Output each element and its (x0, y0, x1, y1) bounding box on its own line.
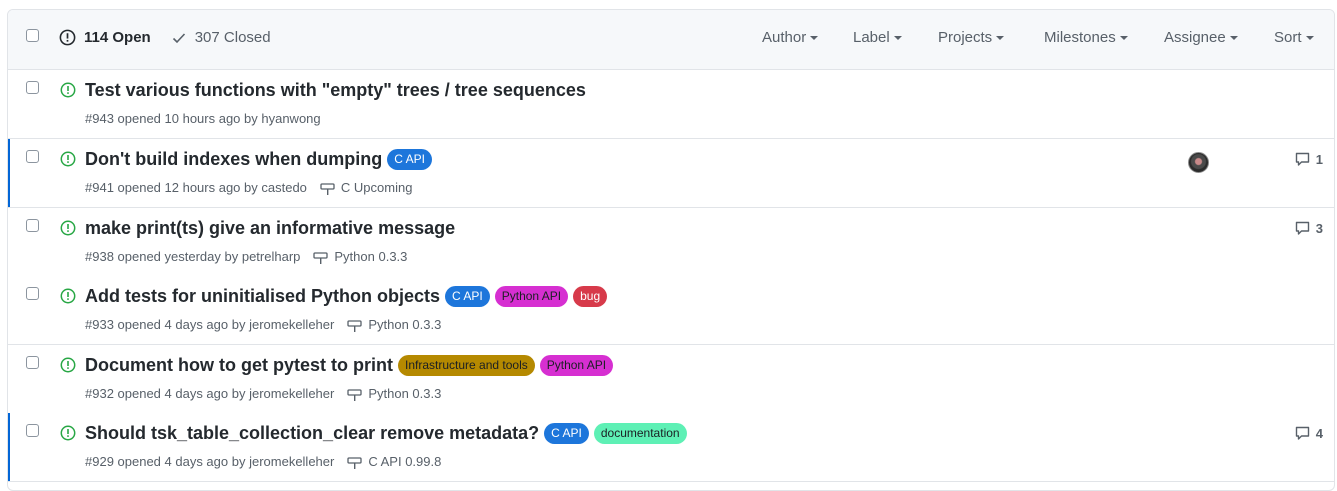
comments-link[interactable]: 1 (1294, 151, 1323, 167)
issues-list: 114 Open 307 Closed Author Label Project… (7, 9, 1335, 491)
label-c-api[interactable]: C API (544, 423, 589, 444)
label-filter-label: Label (853, 29, 890, 46)
chevron-down-icon (996, 35, 1005, 40)
select-all-checkbox[interactable] (26, 29, 39, 42)
issue-open-icon (60, 82, 76, 98)
issue-title-link[interactable]: Test various functions with "empty" tree… (85, 80, 586, 101)
issue-title-link[interactable]: Should tsk_table_collection_clear remove… (85, 423, 539, 444)
label-python-api[interactable]: Python API (539, 355, 614, 376)
issue-meta: #943 opened 10 hours ago by hyanwong (85, 111, 321, 126)
author-filter-label: Author (762, 29, 807, 46)
closed-issues-link[interactable]: 307 Closed (171, 29, 271, 46)
sort-filter[interactable]: Sort (1274, 29, 1314, 46)
milestones-filter[interactable]: Milestones (1044, 29, 1128, 46)
comment-count: 1 (1315, 151, 1323, 167)
label-c-api[interactable]: C API (387, 149, 432, 170)
issue-meta: #933 opened 4 days ago by jeromekelleher (85, 317, 335, 332)
milestone-label: Python 0.3.3 (368, 317, 442, 332)
issue-states: 114 Open 307 Closed (59, 29, 271, 46)
milestone-label: Python 0.3.3 (334, 249, 408, 264)
closed-count: 307 Closed (194, 29, 271, 46)
comment-count: 3 (1315, 220, 1323, 236)
issue-open-icon (60, 425, 76, 441)
milestone-label: C Upcoming (340, 180, 413, 195)
issue-row: Add tests for uninitialised Python objec… (8, 276, 1334, 345)
milestone-link[interactable]: Python 0.3.3 (347, 317, 441, 332)
issue-meta: #938 opened yesterday by petrelharp (85, 249, 301, 264)
assignee-filter-label: Assignee (1164, 29, 1226, 46)
issue-checkbox[interactable] (26, 219, 39, 232)
issue-row: Should tsk_table_collection_clear remove… (8, 413, 1334, 482)
projects-filter-label: Projects (938, 29, 993, 46)
label-filter[interactable]: Label (853, 29, 902, 46)
milestone-icon (347, 319, 362, 332)
issue-row: make print(ts) give an informative messa… (8, 208, 1334, 277)
milestone-link[interactable]: C Upcoming (320, 180, 413, 195)
comment-icon (1295, 426, 1309, 440)
chevron-down-icon (893, 35, 902, 40)
milestone-link[interactable]: Python 0.3.3 (313, 249, 407, 264)
chevron-down-icon (810, 35, 819, 40)
issue-row: Document how to get pytest to print Infr… (8, 345, 1334, 414)
label-infrastructure-and-tools[interactable]: Infrastructure and tools (398, 355, 535, 376)
issue-title-link[interactable]: Document how to get pytest to print (85, 355, 393, 376)
milestone-icon (347, 388, 362, 401)
issue-checkbox[interactable] (26, 81, 39, 94)
milestone-icon (320, 182, 335, 195)
label-c-api[interactable]: C API (445, 286, 490, 307)
issue-open-icon (60, 151, 76, 167)
issues-header: 114 Open 307 Closed Author Label Project… (8, 10, 1334, 70)
sort-filter-label: Sort (1274, 29, 1302, 46)
issue-open-icon (60, 288, 76, 304)
issue-row: Don't build indexes when dumping C API #… (8, 139, 1334, 208)
comment-icon (1295, 152, 1309, 166)
issue-checkbox[interactable] (26, 424, 39, 437)
chevron-down-icon (1119, 35, 1128, 40)
milestone-icon (347, 456, 362, 469)
chevron-down-icon (1305, 35, 1314, 40)
label-bug[interactable]: bug (573, 286, 608, 307)
comments-link[interactable]: 3 (1294, 220, 1323, 236)
milestone-link[interactable]: Python 0.3.3 (347, 386, 441, 401)
author-filter[interactable]: Author (762, 29, 819, 46)
issue-checkbox[interactable] (26, 356, 39, 369)
issue-title-link[interactable]: Add tests for uninitialised Python objec… (85, 286, 440, 307)
projects-filter[interactable]: Projects (938, 29, 1005, 46)
label-documentation[interactable]: documentation (593, 423, 687, 444)
issue-title-link[interactable]: make print(ts) give an informative messa… (85, 218, 455, 239)
issue-meta: #941 opened 12 hours ago by castedo (85, 180, 307, 195)
issue-checkbox[interactable] (26, 150, 39, 163)
open-issues-link[interactable]: 114 Open (59, 29, 151, 46)
issue-meta: #929 opened 4 days ago by jeromekelleher (85, 454, 335, 469)
milestone-link[interactable]: C API 0.99.8 (347, 454, 441, 469)
milestone-icon (313, 251, 329, 264)
label-python-api[interactable]: Python API (494, 286, 569, 307)
comment-count: 4 (1315, 425, 1323, 441)
issue-row: Test various functions with "empty" tree… (8, 70, 1334, 139)
check-icon (172, 32, 185, 43)
issue-checkbox[interactable] (26, 287, 39, 300)
milestone-label: C API 0.99.8 (368, 454, 442, 469)
open-count: 114 Open (84, 29, 151, 46)
chevron-down-icon (1229, 35, 1238, 40)
assignee-filter[interactable]: Assignee (1164, 29, 1238, 46)
comments-link[interactable]: 4 (1294, 425, 1323, 441)
issue-title-link[interactable]: Don't build indexes when dumping (85, 149, 382, 170)
milestone-label: Python 0.3.3 (368, 386, 442, 401)
issue-open-icon (60, 357, 76, 373)
issue-open-icon (59, 29, 76, 46)
assignee-avatar[interactable] (1188, 152, 1209, 173)
comment-icon (1295, 221, 1309, 235)
issue-meta: #932 opened 4 days ago by jeromekelleher (85, 386, 335, 401)
milestones-filter-label: Milestones (1044, 29, 1116, 46)
issue-open-icon (60, 220, 76, 236)
